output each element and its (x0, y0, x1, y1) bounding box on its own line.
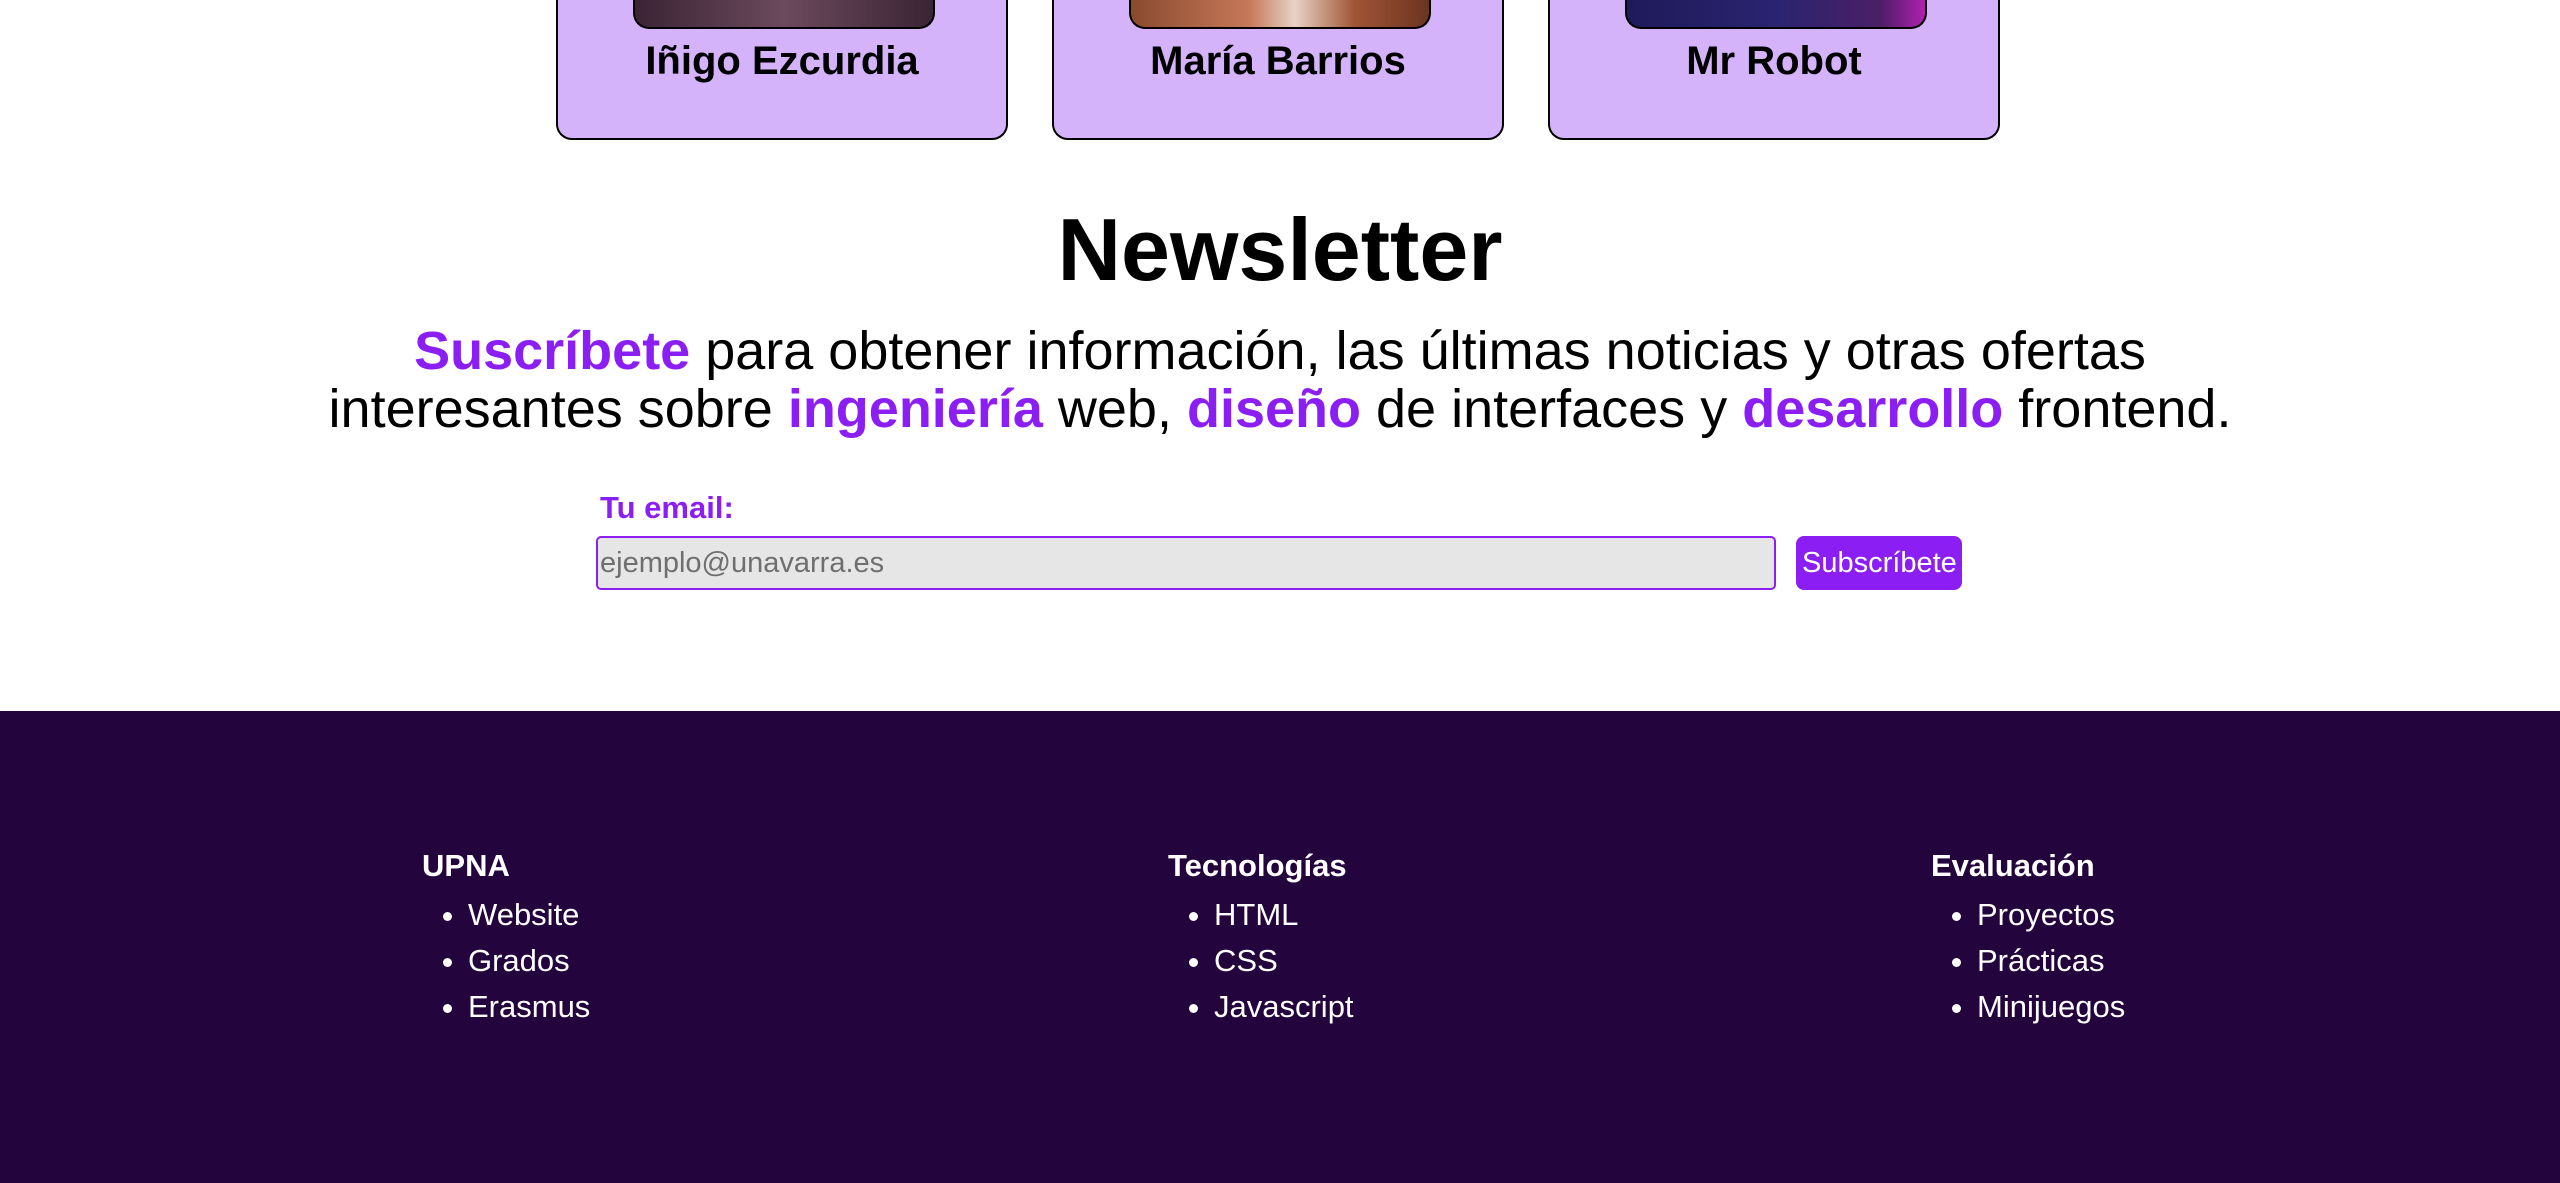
list-item: HTML (1214, 892, 1354, 938)
highlight-word: desarrollo (1742, 379, 2004, 439)
list-item: Website (468, 892, 590, 938)
member-photo (633, 0, 935, 29)
list-item: Minijuegos (1977, 984, 2125, 1030)
footer-link-list: Proyectos Prácticas Minijuegos (1931, 892, 2125, 1030)
highlight-word: ingeniería (787, 379, 1043, 439)
footer-column-title: Evaluación (1931, 848, 2095, 883)
member-name: Iñigo Ezcurdia (645, 39, 919, 83)
email-input[interactable] (596, 536, 1776, 590)
member-photo (1625, 0, 1927, 29)
team-card: Mr Robot (1548, 0, 2000, 140)
footer-link[interactable]: Proyectos (1977, 897, 2115, 932)
footer-link-list: Website Grados Erasmus (422, 892, 590, 1030)
list-item: Javascript (1214, 984, 1354, 1030)
member-name: Mr Robot (1686, 39, 1862, 83)
list-item: Proyectos (1977, 892, 2125, 938)
footer-link[interactable]: Prácticas (1977, 943, 2104, 978)
intro-text: frontend. (2003, 379, 2232, 439)
team-card: Iñigo Ezcurdia (556, 0, 1008, 140)
footer-column-title: Tecnologías (1168, 848, 1347, 883)
footer-link[interactable]: Website (468, 897, 579, 932)
email-label: Tu email: (600, 490, 734, 525)
list-item: Grados (468, 938, 590, 984)
member-name: María Barrios (1150, 39, 1406, 83)
footer-column-tecnologias: Tecnologías HTML CSS Javascript (1168, 848, 1354, 1030)
newsletter-form: Tu email: Subscríbete (596, 490, 1966, 600)
intro-text: web, (1042, 379, 1187, 439)
highlight-word: Suscríbete (414, 321, 691, 381)
list-item: CSS (1214, 938, 1354, 984)
newsletter-title: Newsletter (1057, 200, 1503, 299)
list-item: Prácticas (1977, 938, 2125, 984)
team-card: María Barrios (1052, 0, 1504, 140)
list-item: Erasmus (468, 984, 590, 1030)
footer-column-title: UPNA (422, 848, 510, 883)
newsletter-intro: Suscríbete para obtener información, las… (300, 322, 2260, 438)
footer-column-upna: UPNA Website Grados Erasmus (422, 848, 590, 1030)
footer-link[interactable]: Minijuegos (1977, 989, 2125, 1024)
footer-link[interactable]: HTML (1214, 897, 1298, 932)
footer-link[interactable]: CSS (1214, 943, 1278, 978)
footer-link[interactable]: Javascript (1214, 989, 1354, 1024)
footer-link[interactable]: Erasmus (468, 989, 590, 1024)
footer-link-list: HTML CSS Javascript (1168, 892, 1354, 1030)
subscribe-button[interactable]: Subscríbete (1796, 536, 1962, 590)
site-footer: UPNA Website Grados Erasmus Tecnologías … (0, 711, 2560, 1183)
newsletter-section: Newsletter Suscríbete para obtener infor… (0, 190, 2560, 438)
intro-text: de interfaces y (1361, 379, 1743, 439)
footer-column-evaluacion: Evaluación Proyectos Prácticas Minijuego… (1931, 848, 2125, 1030)
footer-link[interactable]: Grados (468, 943, 570, 978)
team-section: Iñigo Ezcurdia María Barrios Mr Robot (0, 0, 2560, 160)
highlight-word: diseño (1186, 379, 1361, 439)
member-photo (1129, 0, 1431, 29)
